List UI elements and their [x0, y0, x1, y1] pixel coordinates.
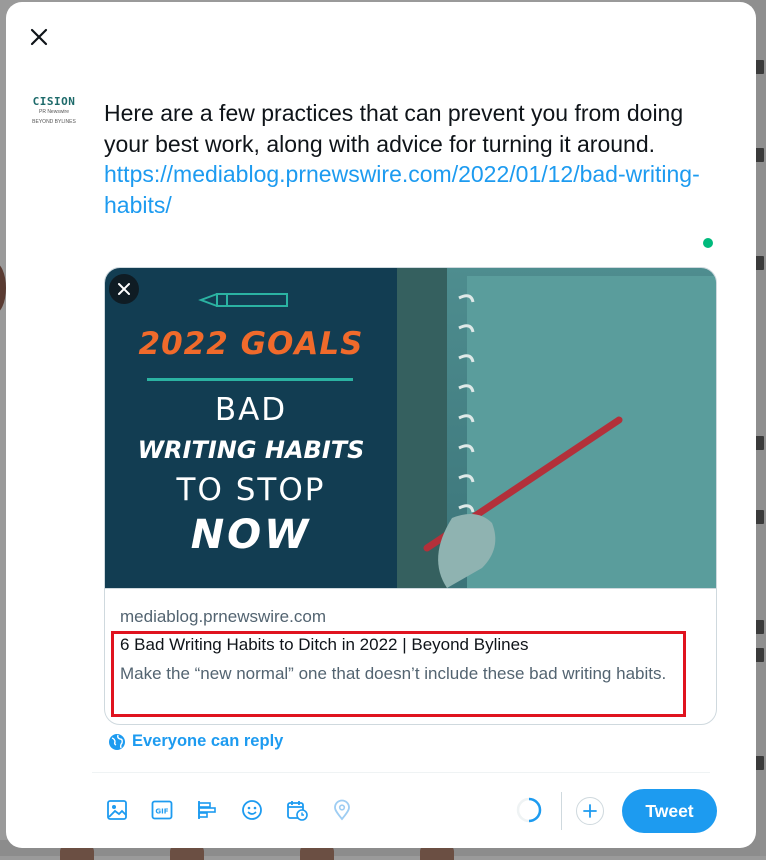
emoji-icon — [242, 800, 262, 820]
location-icon — [334, 799, 350, 821]
notebook-illustration — [397, 268, 716, 588]
card-description: Make the “new normal” one that doesn’t i… — [120, 664, 667, 683]
avatar[interactable]: CISION PR Newswire BEYOND BYLINES — [28, 84, 80, 136]
reply-setting-button[interactable]: Everyone can reply — [108, 732, 283, 751]
image-habits-text: WRITING HABITS — [137, 436, 365, 464]
gif-button[interactable]: GIF — [149, 797, 175, 823]
card-image-photo — [397, 268, 716, 588]
tweet-link[interactable]: https://mediablog.prnewswire.com/2022/01… — [104, 161, 700, 218]
card-domain: mediablog.prnewswire.com — [120, 607, 326, 626]
avatar-logo-text: CISION — [32, 95, 76, 108]
tweet-button[interactable]: Tweet — [622, 789, 717, 833]
image-goals-text: 2022 GOALS — [138, 326, 364, 362]
avatar-subtext: PR Newswire — [38, 109, 69, 115]
image-now-text: NOW — [190, 512, 312, 558]
poll-icon — [198, 801, 216, 819]
character-count-progress — [516, 797, 542, 823]
tweet-body: Here are a few practices that can preven… — [104, 100, 684, 157]
media-button[interactable] — [104, 797, 130, 823]
tweet-text-input[interactable]: Here are a few practices that can preven… — [104, 98, 714, 220]
card-meta: mediablog.prnewswire.com 6 Bad Writing H… — [105, 588, 716, 717]
globe-icon — [109, 733, 125, 750]
close-button[interactable] — [22, 20, 56, 54]
location-button[interactable] — [329, 797, 355, 823]
plus-icon — [583, 804, 597, 818]
emoji-button[interactable] — [239, 797, 265, 823]
toolbar-separator — [561, 792, 562, 830]
card-image-text-panel: 2022 GOALS BAD WRITING HABITS TO STOP NO… — [105, 268, 397, 588]
status-dot — [703, 238, 713, 248]
close-icon — [30, 28, 48, 46]
gif-icon: GIF — [151, 800, 173, 820]
close-icon — [118, 283, 130, 295]
reply-setting-label: Everyone can reply — [132, 732, 284, 750]
poll-button[interactable] — [194, 797, 220, 823]
pencil-icon — [198, 293, 288, 307]
schedule-icon — [287, 801, 308, 821]
remove-card-button[interactable] — [109, 274, 139, 304]
card-image: 2022 GOALS BAD WRITING HABITS TO STOP NO… — [105, 268, 716, 588]
image-tostop-text: TO STOP — [176, 472, 326, 508]
avatar-brand: BEYOND BYLINES — [32, 119, 76, 125]
image-bad-text: BAD — [214, 392, 288, 428]
toolbar-divider — [92, 772, 710, 773]
card-title: 6 Bad Writing Habits to Ditch in 2022 | … — [120, 635, 529, 654]
image-divider — [147, 378, 353, 381]
schedule-button[interactable] — [284, 797, 310, 823]
svg-text:GIF: GIF — [155, 808, 168, 816]
image-icon — [107, 800, 127, 820]
add-tweet-button[interactable] — [576, 797, 604, 825]
link-preview-card[interactable]: 2022 GOALS BAD WRITING HABITS TO STOP NO… — [104, 267, 717, 725]
compose-tweet-modal: CISION PR Newswire BEYOND BYLINES Here a… — [6, 2, 756, 848]
